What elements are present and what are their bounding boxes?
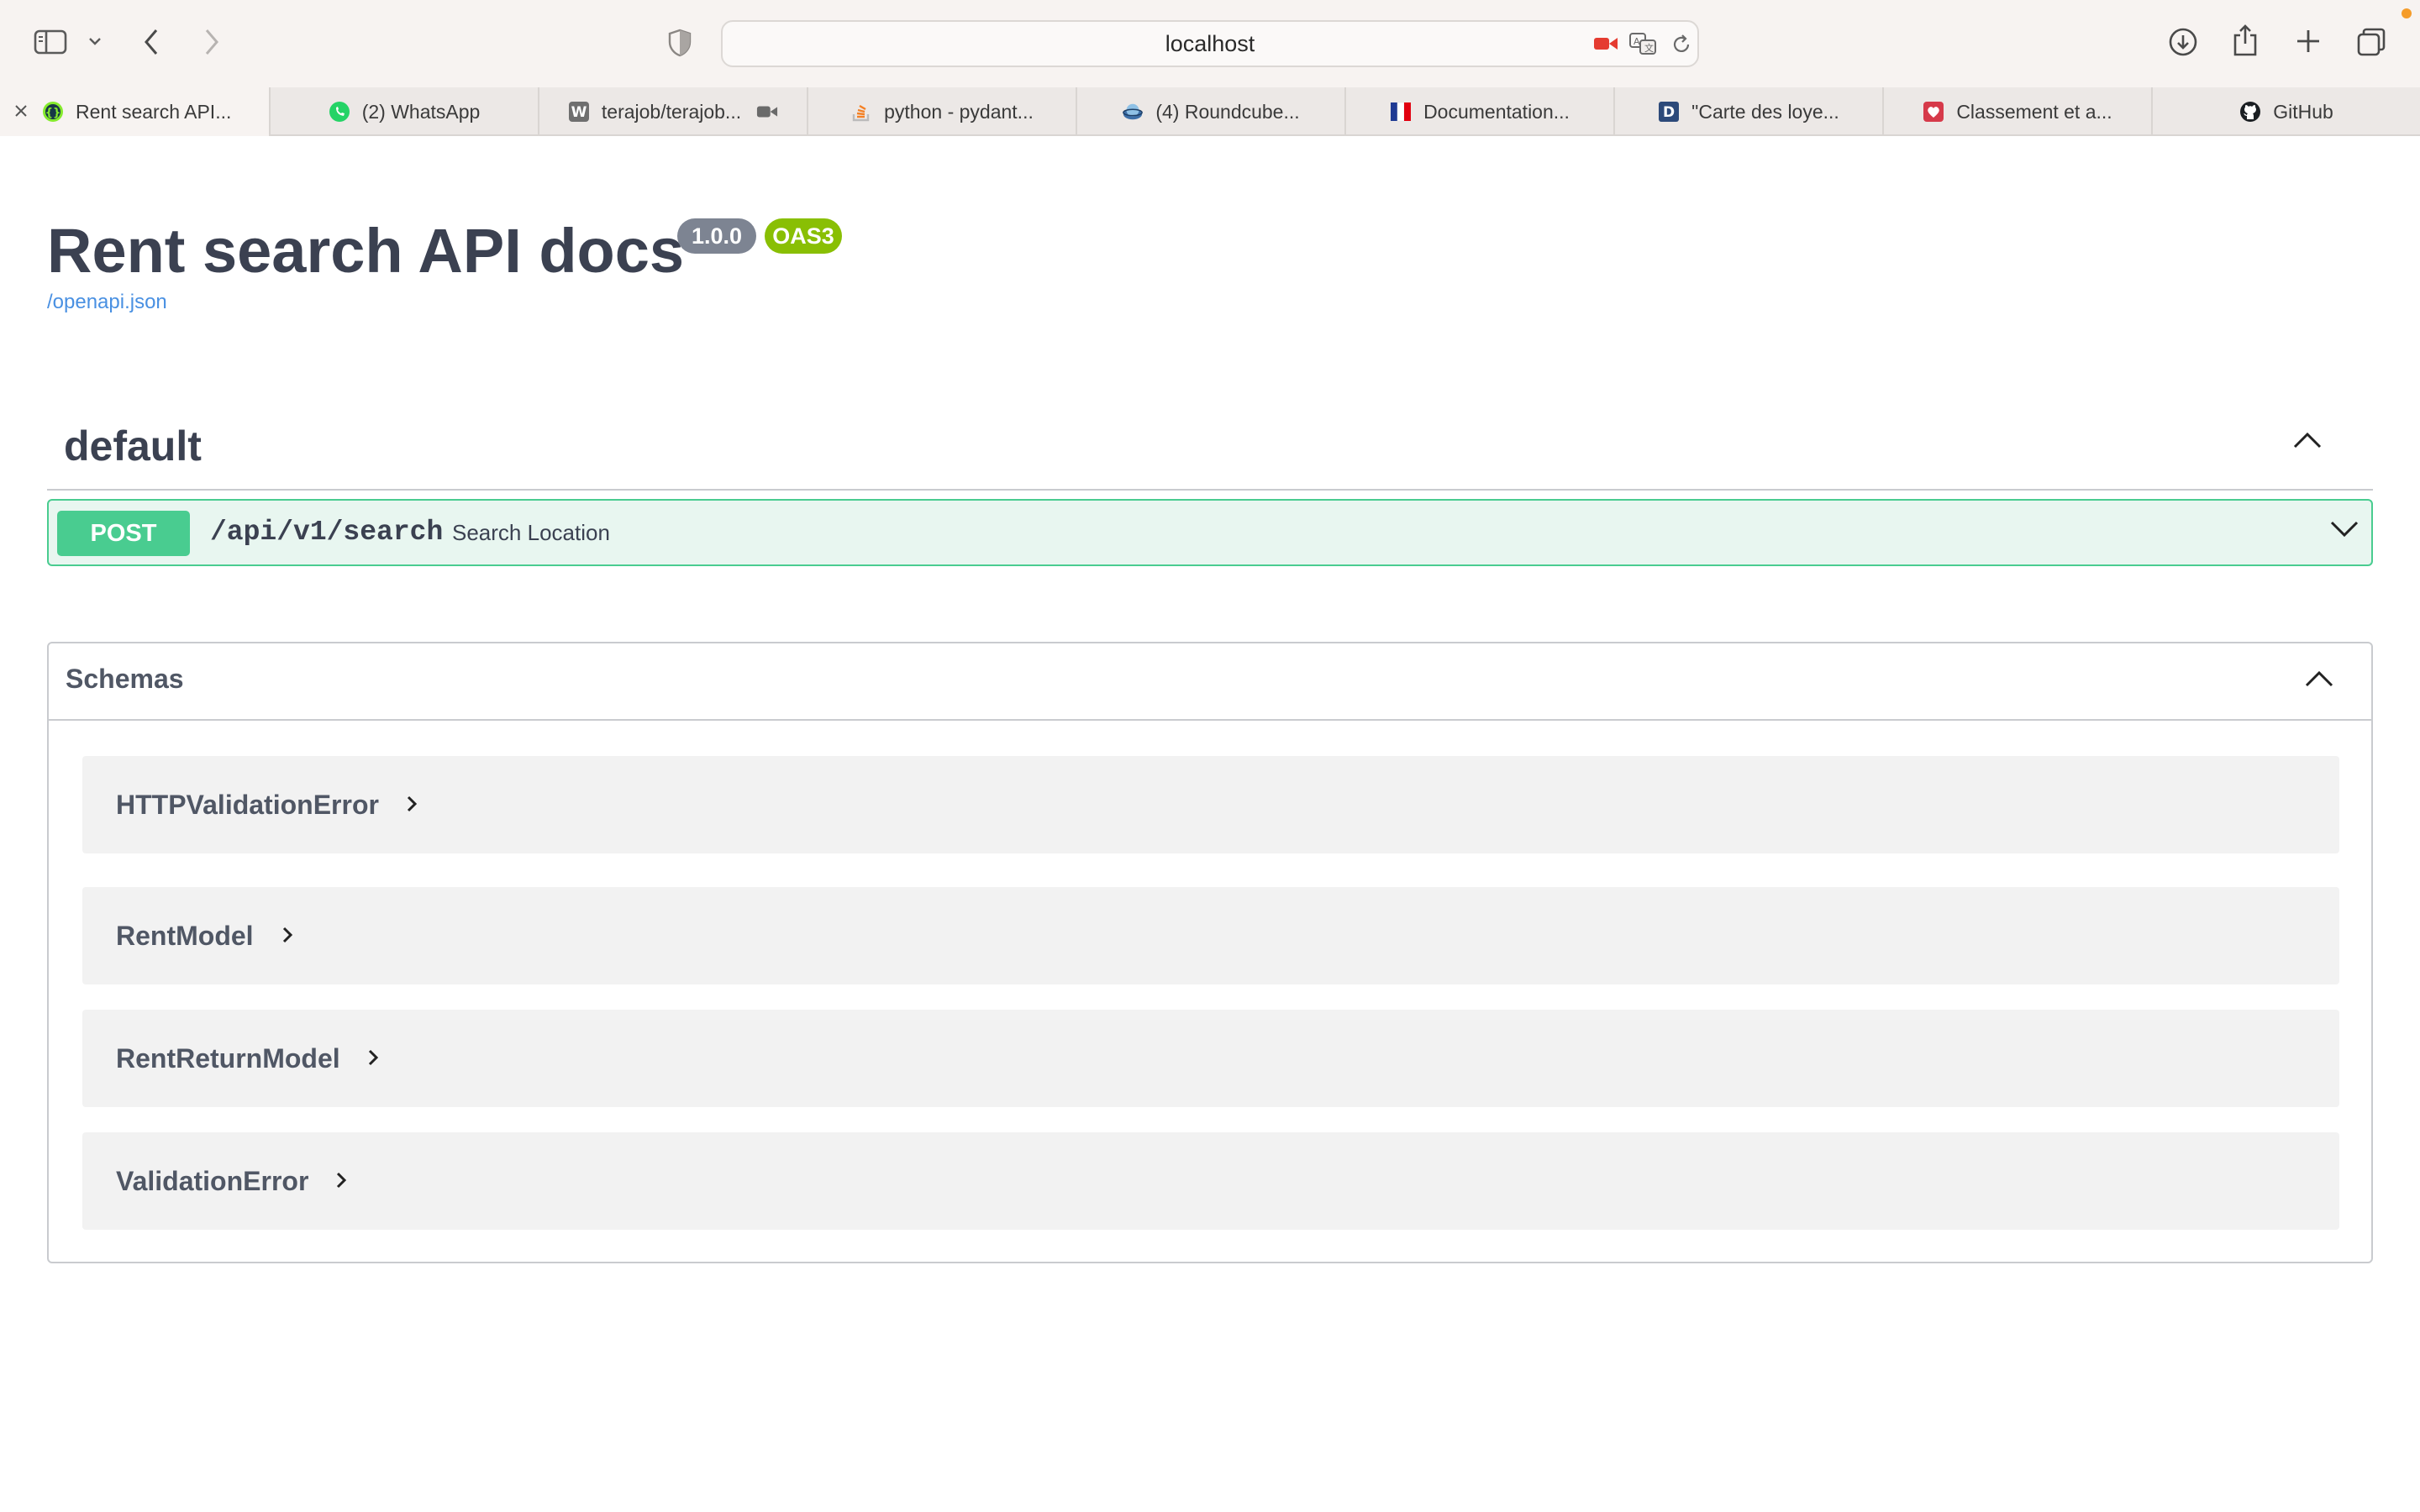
version-badge: 1.0.0: [677, 218, 756, 254]
back-icon[interactable]: [141, 27, 161, 57]
downloads-icon[interactable]: [2168, 27, 2198, 57]
svg-text:{}: {}: [45, 107, 61, 119]
github-icon: [2239, 101, 2261, 123]
svg-text:D: D: [1663, 104, 1675, 121]
operation-path[interactable]: /api/v1/search: [210, 501, 443, 564]
share-icon[interactable]: [2232, 24, 2259, 57]
schema-item-rentmodel[interactable]: RentModel: [82, 887, 2339, 984]
french-gov-icon: [1390, 101, 1412, 123]
address-bar[interactable]: localhost A文: [721, 20, 1699, 67]
chevron-right-icon[interactable]: [405, 795, 418, 817]
oas-badge: OAS3: [765, 218, 842, 254]
schemas-title[interactable]: Schemas: [66, 664, 184, 695]
tab-label: GitHub: [2273, 100, 2333, 123]
roundcube-icon: [1122, 101, 1144, 123]
d-letter-icon: D: [1658, 101, 1680, 123]
tab-github[interactable]: GitHub: [2151, 87, 2420, 136]
sidebar-toggle-icon[interactable]: [34, 29, 67, 55]
browser-toolbar: localhost A文: [0, 0, 2420, 87]
chevron-up-icon[interactable]: [2292, 430, 2323, 454]
tab-roundcube[interactable]: (4) Roundcube...: [1076, 87, 1344, 136]
translate-icon[interactable]: A文: [1628, 32, 1659, 55]
openapi-json-link[interactable]: /openapi.json: [47, 291, 167, 314]
tab-label: Classement et a...: [1956, 100, 2112, 123]
camera-recording-icon[interactable]: [1593, 35, 1618, 52]
tab-label: terajob/terajob...: [601, 100, 742, 123]
chevron-up-icon[interactable]: [2304, 669, 2334, 693]
schema-name[interactable]: RentModel: [116, 887, 254, 984]
stackoverflow-icon: [850, 101, 872, 123]
new-tab-icon[interactable]: [2296, 29, 2321, 54]
chevron-right-icon[interactable]: [366, 1048, 380, 1071]
operation-post-search[interactable]: POST /api/v1/search Search Location: [47, 499, 2373, 566]
schemas-header[interactable]: Schemas: [49, 643, 2371, 721]
svg-text:A: A: [1634, 36, 1640, 47]
schema-name[interactable]: RentReturnModel: [116, 1010, 340, 1107]
schema-name[interactable]: ValidationError: [116, 1132, 308, 1230]
reload-icon[interactable]: [1670, 34, 1692, 55]
whatsapp-icon: [329, 101, 350, 123]
w-letter-icon: W: [568, 101, 590, 123]
swagger-icon: {}: [42, 101, 64, 123]
tag-name[interactable]: default: [64, 422, 202, 470]
tab-classement[interactable]: Classement et a...: [1882, 87, 2151, 136]
url-text[interactable]: localhost: [723, 22, 1697, 66]
tab-terajob[interactable]: W terajob/terajob...: [538, 87, 807, 136]
svg-text:W: W: [571, 104, 587, 121]
tab-label: Rent search API...: [76, 100, 232, 123]
schema-item-httpvalidationerror[interactable]: HTTPValidationError: [82, 756, 2339, 853]
heart-icon: [1923, 101, 1944, 123]
tab-label: Documentation...: [1423, 100, 1570, 123]
method-badge[interactable]: POST: [57, 511, 190, 556]
camera-icon: [756, 101, 778, 123]
chevron-down-icon[interactable]: [2329, 519, 2360, 543]
tab-rent-search-api[interactable]: {} Rent search API...: [0, 87, 269, 136]
tab-documentation[interactable]: Documentation...: [1344, 87, 1613, 136]
tab-label: python - pydant...: [884, 100, 1034, 123]
privacy-shield-icon[interactable]: [667, 29, 692, 57]
chevron-down-icon[interactable]: [87, 35, 103, 47]
tab-label: (2) WhatsApp: [361, 100, 481, 123]
svg-text:文: 文: [1644, 42, 1654, 54]
tab-bar: {} Rent search API... (2) WhatsApp W ter…: [0, 87, 2420, 136]
schemas-section: Schemas HTTPValidationError RentModel Re…: [47, 642, 2373, 1263]
tab-label: (4) Roundcube...: [1155, 100, 1300, 123]
schema-item-rentreturnmodel[interactable]: RentReturnModel: [82, 1010, 2339, 1107]
notification-dot: [2402, 8, 2412, 18]
tab-carte-des-loyers[interactable]: D "Carte des loye...: [1613, 87, 1882, 136]
operation-summary[interactable]: Search Location: [452, 501, 610, 564]
chevron-right-icon[interactable]: [281, 926, 294, 948]
close-icon[interactable]: [12, 102, 30, 120]
tab-label: "Carte des loye...: [1691, 100, 1839, 123]
forward-icon[interactable]: [202, 27, 222, 57]
chevron-right-icon[interactable]: [334, 1171, 348, 1194]
schema-name[interactable]: HTTPValidationError: [116, 756, 379, 853]
tab-python-pydantic[interactable]: python - pydant...: [807, 87, 1076, 136]
schema-item-validationerror[interactable]: ValidationError: [82, 1132, 2339, 1230]
tab-whatsapp[interactable]: (2) WhatsApp: [269, 87, 538, 136]
tag-section-default[interactable]: default: [47, 410, 2373, 491]
tab-overview-icon[interactable]: [2356, 27, 2386, 57]
page-title: Rent search API docs: [47, 216, 685, 286]
